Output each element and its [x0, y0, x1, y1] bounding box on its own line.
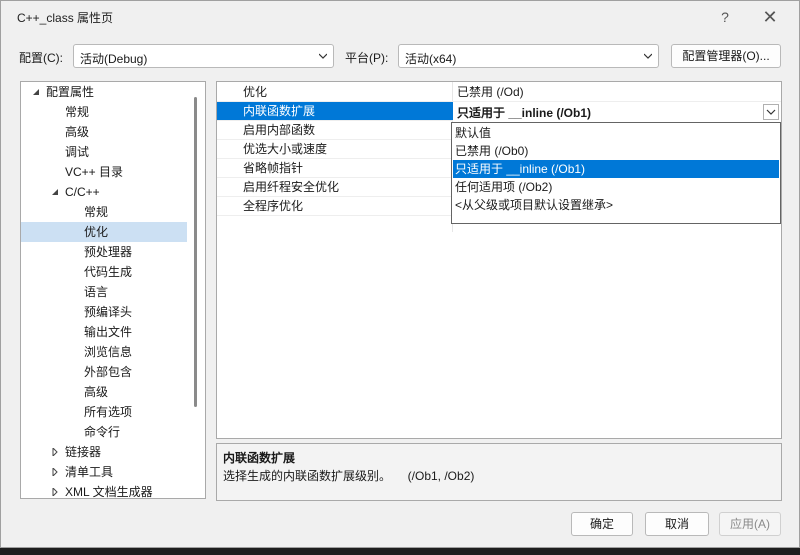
description-panel: 内联函数扩展 选择生成的内联函数扩展级别。 (/Ob1, /Ob2) [216, 443, 782, 501]
tree-item-config-properties[interactable]: 配置属性 [25, 82, 94, 102]
tree-item-label: 所有选项 [84, 405, 133, 419]
property-name: 启用纤程安全优化 [243, 180, 340, 194]
tree-item-linker[interactable]: 链接器 [25, 442, 101, 462]
tree-item-label: 命令行 [84, 425, 121, 439]
property-name: 启用内部函数 [243, 123, 316, 137]
tree-item-label: 输出文件 [84, 325, 133, 339]
chevron-down-icon [319, 53, 327, 59]
tree-item-external-includes[interactable]: 外部包含 [25, 362, 132, 382]
tree-item-label: 调试 [65, 145, 90, 159]
help-icon[interactable]: ? [710, 5, 740, 29]
tree-scrollbar[interactable] [194, 97, 197, 407]
property-value: 已禁用 (/Od) [457, 85, 524, 99]
tree-item-advanced[interactable]: 高级 [25, 122, 89, 142]
platform-combobox[interactable]: 活动(x64) [398, 44, 659, 68]
tree-item-label: 配置属性 [46, 85, 95, 99]
tree-item-label: 外部包含 [84, 365, 133, 379]
config-value: 活动(Debug) [80, 52, 148, 66]
config-label: 配置(C): [19, 51, 63, 65]
tree-item-label: 高级 [65, 125, 90, 139]
background-editor-strip [0, 548, 800, 555]
dropdown-option-ob0[interactable]: 已禁用 (/Ob0) [453, 142, 779, 160]
platform-value: 活动(x64) [405, 52, 457, 66]
property-name: 优化 [243, 85, 268, 99]
property-name: 全程序优化 [243, 199, 304, 213]
property-name: 省略帧指针 [243, 161, 304, 175]
tree-item-label: 链接器 [65, 445, 102, 459]
platform-label: 平台(P): [345, 51, 389, 65]
chevron-down-icon [644, 53, 652, 59]
tree-item-manifest-tool[interactable]: 清单工具 [25, 462, 113, 482]
cancel-button[interactable]: 取消 [645, 512, 709, 536]
window-title: C++_class 属性页 [17, 11, 114, 25]
tree-item-label: 语言 [84, 285, 109, 299]
tree-item-xml-doc-generator[interactable]: XML 文档生成器 [25, 482, 153, 499]
tree-item-label: 常规 [65, 105, 90, 119]
dropdown-button[interactable] [763, 104, 779, 120]
tree-item-command-line[interactable]: 命令行 [25, 422, 120, 442]
tree-item-preprocessor[interactable]: 预处理器 [25, 242, 132, 262]
collapsed-triangle-icon[interactable] [51, 468, 59, 476]
tree-item-label: 清单工具 [65, 465, 114, 479]
tree-item-label: 高级 [84, 385, 109, 399]
tree-item-label: VC++ 目录 [65, 165, 124, 179]
tree-item-label: 常规 [84, 205, 109, 219]
property-tree[interactable]: 配置属性 常规 高级 调试 VC++ 目录 C/C++ 常规 优化 预处理器 代… [20, 81, 206, 499]
tree-item-cpp-general[interactable]: 常规 [25, 202, 108, 222]
inline-expansion-value: 只适用于 __inline (/Ob1) [457, 106, 592, 120]
inline-expansion-combobox[interactable]: 只适用于 __inline (/Ob1) [453, 102, 781, 122]
ok-button[interactable]: 确定 [571, 512, 633, 536]
config-combobox[interactable]: 活动(Debug) [73, 44, 334, 68]
tree-item-all-options[interactable]: 所有选项 [25, 402, 132, 422]
property-name: 内联函数扩展 [217, 102, 453, 120]
property-name: 优选大小或速度 [243, 142, 328, 156]
tree-item-label: 浏览信息 [84, 345, 133, 359]
tree-item-general[interactable]: 常规 [25, 102, 89, 122]
tree-item-label: 预处理器 [84, 245, 133, 259]
tree-item-label: C/C++ [65, 185, 100, 199]
tree-item-label: 预编译头 [84, 305, 133, 319]
tree-item-label: 代码生成 [84, 265, 133, 279]
dropdown-option-inherit[interactable]: <从父级或项目默认设置继承> [453, 196, 779, 214]
tree-item-output-files[interactable]: 输出文件 [25, 322, 132, 342]
expanded-triangle-icon[interactable] [32, 88, 40, 96]
tree-item-code-generation[interactable]: 代码生成 [25, 262, 132, 282]
collapsed-triangle-icon[interactable] [51, 448, 59, 456]
dropdown-option-ob2[interactable]: 任何适用项 (/Ob2) [453, 178, 779, 196]
tree-item-label: XML 文档生成器 [65, 485, 153, 499]
inline-expansion-dropdown-list[interactable]: 默认值 已禁用 (/Ob0) 只适用于 __inline (/Ob1) 任何适用… [451, 122, 781, 224]
title-bar: C++_class 属性页 ? ✕ [1, 1, 799, 33]
apply-button[interactable]: 应用(A) [719, 512, 781, 536]
tree-item-precompiled-headers[interactable]: 预编译头 [25, 302, 132, 322]
config-manager-button[interactable]: 配置管理器(O)... [671, 44, 781, 68]
property-row-optimization[interactable]: 优化 已禁用 (/Od) [217, 83, 781, 102]
close-icon[interactable]: ✕ [755, 5, 785, 29]
expanded-triangle-icon[interactable] [51, 188, 59, 196]
tree-item-vc-directories[interactable]: VC++ 目录 [25, 162, 123, 182]
dropdown-option-default[interactable]: 默认值 [453, 124, 779, 142]
description-title: 内联函数扩展 [223, 451, 296, 465]
tree-item-language[interactable]: 语言 [25, 282, 108, 302]
tree-item-cpp[interactable]: C/C++ [25, 182, 100, 202]
tree-item-debugging[interactable]: 调试 [25, 142, 89, 162]
collapsed-triangle-icon[interactable] [51, 488, 59, 496]
tree-item-optimization[interactable]: 优化 [21, 222, 187, 242]
dropdown-option-ob1[interactable]: 只适用于 __inline (/Ob1) [453, 160, 779, 178]
chevron-down-icon [766, 109, 776, 115]
description-text: 选择生成的内联函数扩展级别。 (/Ob1, /Ob2) [223, 469, 475, 483]
tree-item-label: 优化 [84, 225, 109, 239]
tree-item-browse-information[interactable]: 浏览信息 [25, 342, 132, 362]
tree-item-cpp-advanced[interactable]: 高级 [25, 382, 108, 402]
property-pages-dialog: C++_class 属性页 ? ✕ 配置(C): 活动(Debug) 平台(P)… [0, 0, 800, 548]
